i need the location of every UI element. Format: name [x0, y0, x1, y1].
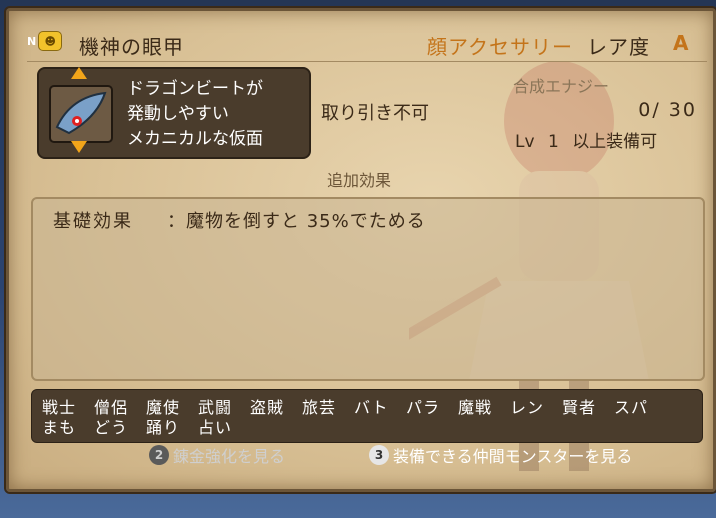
job-item: バト: [354, 398, 389, 417]
dye-icon: ☻: [38, 31, 63, 51]
monster-equip-button[interactable]: 3 装備できる仲間モンスターを見る: [369, 443, 632, 467]
job-item: まも: [42, 418, 77, 437]
monster-equip-button-label: 装備できる仲間モンスターを見る: [393, 447, 633, 466]
job-item: 盗賊: [250, 398, 285, 417]
synth-energy-value: 0/ 30: [638, 99, 697, 121]
job-item: 賢者: [562, 398, 597, 417]
alchemy-button-label: 錬金強化を見る: [173, 447, 286, 466]
trade-status: 取り引き不可: [321, 103, 429, 124]
scroll-up-arrow-icon[interactable]: [71, 67, 87, 79]
base-effect-label: 基礎効果: [53, 211, 133, 232]
effects-box: 基礎効果 ：魔物を倒すと 35%でためる: [31, 197, 705, 381]
lv-label: Lv: [515, 132, 535, 152]
scroll-down-arrow-icon[interactable]: [71, 141, 87, 153]
mask-icon: [55, 91, 107, 135]
button-3-icon: 3: [369, 445, 389, 465]
button-2-icon: 2: [149, 445, 169, 465]
job-row: まも どう 踊り 占い: [42, 414, 250, 438]
job-item: 踊り: [146, 418, 181, 437]
job-item: 魔戦: [458, 398, 493, 417]
description-line: 発動しやすい: [127, 104, 229, 124]
description-box: ドラゴンビートが 発動しやすい メカニカルな仮面: [37, 67, 311, 159]
alchemy-button[interactable]: 2 錬金強化を見る: [149, 443, 285, 467]
description-line: メカニカルな仮面: [127, 129, 263, 149]
item-icon-slot[interactable]: [49, 85, 113, 143]
rarity-value: A: [673, 31, 689, 55]
job-item: 旅芸: [302, 398, 337, 417]
description-line: ドラゴンビートが: [127, 79, 263, 99]
job-item: パラ: [406, 398, 441, 417]
game-window: N ☻ 機神の眼甲 顔アクセサリー レア度 A ドラゴンビートが 発動しやすい …: [0, 0, 716, 518]
item-name: 機神の眼甲: [79, 35, 184, 59]
job-item: レン: [510, 398, 545, 417]
lv-suffix: 以上装備可: [572, 132, 658, 152]
job-list: 戦士 僧侶 魔使 武闘 盗賊 旅芸 バト パラ 魔戦 レン 賢者 スパ まも ど…: [31, 389, 703, 443]
extra-effects-title: 追加効果: [327, 171, 392, 190]
job-item: どう: [94, 418, 129, 437]
equip-type: 顔アクセサリー: [427, 35, 573, 59]
level-requirement: Lv 1 以上装備可: [515, 127, 665, 152]
job-item: 占い: [198, 418, 233, 437]
base-effect-text: ：魔物を倒すと 35%でためる: [167, 211, 426, 232]
item-description: ドラゴンビートが 発動しやすい メカニカルな仮面: [127, 77, 305, 152]
synth-energy-label: 合成エナジー: [513, 77, 610, 96]
item-header-icons: N ☻: [27, 31, 63, 51]
header-divider: [27, 61, 707, 62]
lv-value: 1: [547, 132, 559, 152]
rarity-label: レア度: [587, 35, 650, 59]
job-item: スパ: [614, 398, 649, 417]
new-badge: N: [27, 34, 37, 48]
item-info-panel: N ☻ 機神の眼甲 顔アクセサリー レア度 A ドラゴンビートが 発動しやすい …: [6, 8, 716, 492]
